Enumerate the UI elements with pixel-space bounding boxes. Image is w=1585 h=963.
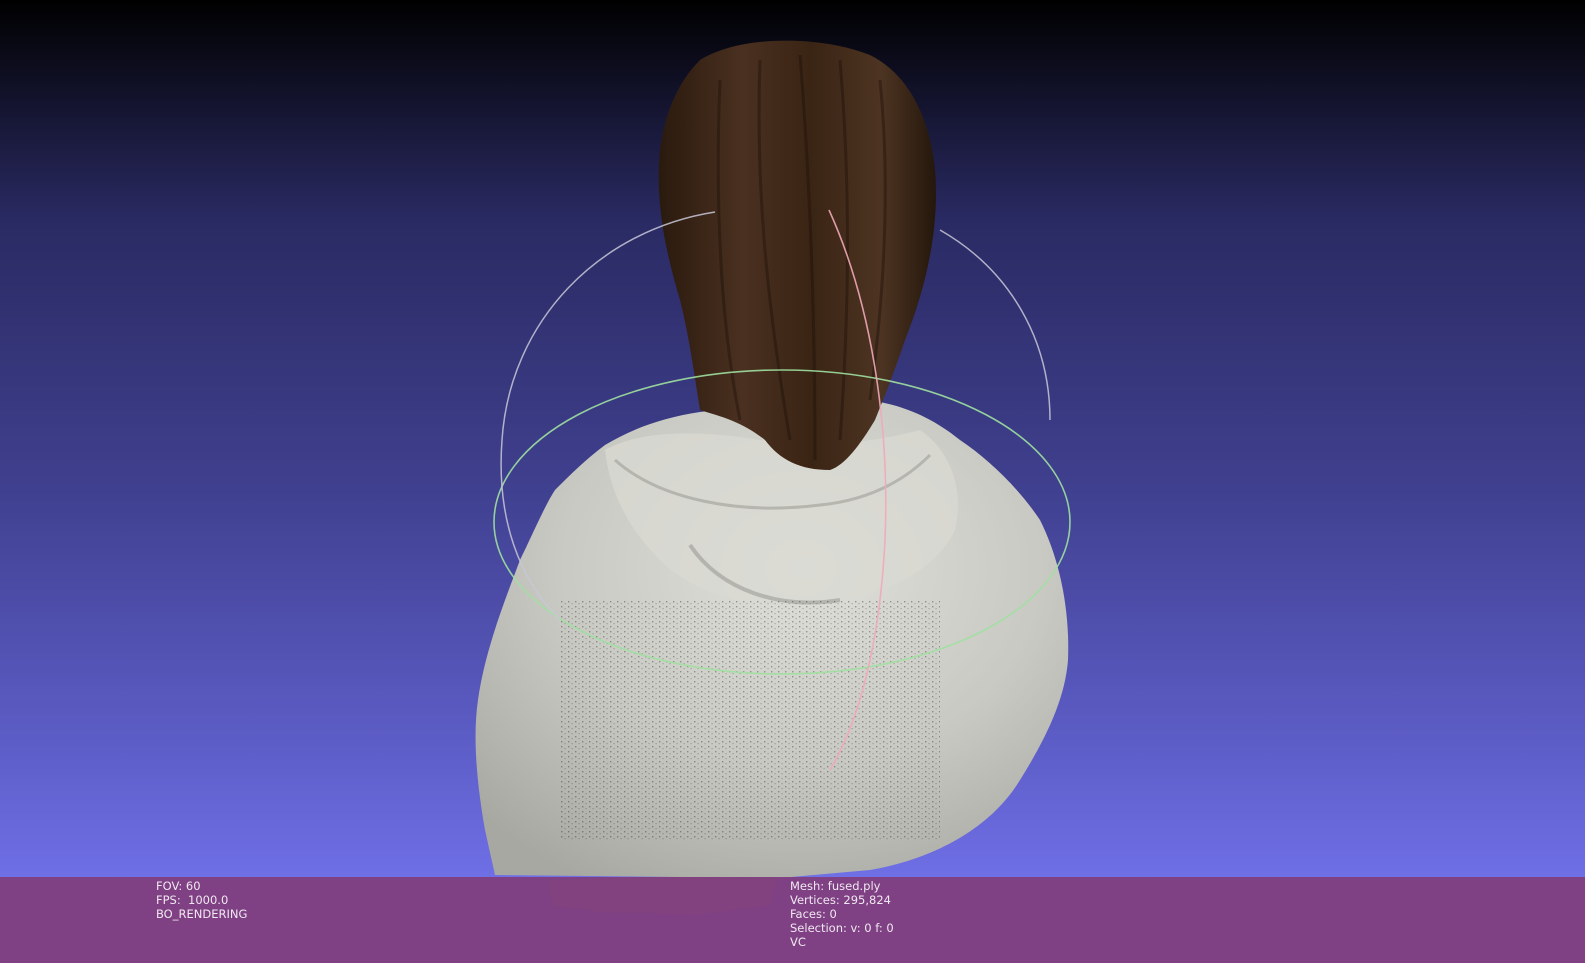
- info-bar: FOV: 60 FPS: 1000.0 BO_RENDERING Mesh: f…: [0, 877, 1585, 963]
- mesh-name-label: Mesh: fused.ply: [790, 879, 881, 893]
- vertices-label: Vertices: 295,824: [790, 893, 891, 907]
- fps-label: FPS: 1000.0: [156, 893, 229, 907]
- selection-label: Selection: v: 0 f: 0: [790, 921, 894, 935]
- mesh-info-panel: Mesh: fused.ply Vertices: 295,824 Faces:…: [790, 879, 894, 949]
- render-info-panel: FOV: 60 FPS: 1000.0 BO_RENDERING: [156, 879, 247, 921]
- 3d-viewport[interactable]: FOV: 60 FPS: 1000.0 BO_RENDERING Mesh: f…: [0, 0, 1585, 963]
- faces-label: Faces: 0: [790, 907, 837, 921]
- scene-canvas[interactable]: [0, 0, 1585, 963]
- color-mode-label: VC: [790, 935, 806, 949]
- render-mode-label: BO_RENDERING: [156, 907, 248, 921]
- fov-label: FOV: 60: [156, 879, 201, 893]
- sparse-points: [560, 600, 940, 840]
